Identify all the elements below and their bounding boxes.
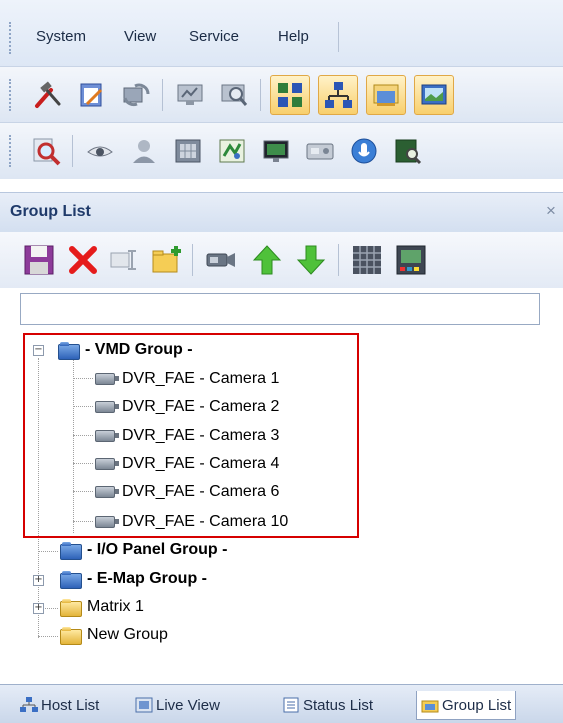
menu-separator	[338, 22, 339, 52]
folder-icon	[60, 599, 82, 617]
film-grid-icon[interactable]	[168, 131, 208, 171]
tab-group-list[interactable]: Group List	[416, 691, 517, 720]
close-icon[interactable]: ×	[546, 201, 556, 221]
tab-label: Host List	[41, 696, 100, 714]
tab-label: Group List	[442, 696, 512, 714]
network-tree-icon[interactable]	[318, 75, 358, 115]
menu-system[interactable]: System	[36, 28, 86, 45]
tree-node-new-group[interactable]: New Group	[87, 626, 168, 644]
move-down-icon[interactable]	[290, 240, 332, 280]
expand-toggle[interactable]: +	[33, 603, 44, 614]
folder-icon	[60, 542, 82, 560]
display-icon[interactable]	[256, 131, 296, 171]
group-list-toolbar	[0, 232, 563, 288]
app-window: System View Service Help Group List × − …	[0, 0, 563, 723]
status-list-icon	[283, 697, 299, 713]
delete-icon[interactable]	[62, 240, 104, 280]
search-monitor-icon[interactable]	[214, 75, 254, 115]
rename-icon[interactable]	[104, 240, 146, 280]
toolbar-separator	[72, 135, 73, 167]
matrix-icon[interactable]	[390, 240, 432, 280]
tree-node-io-group[interactable]: - I/O Panel Group -	[87, 541, 227, 559]
person-icon[interactable]	[124, 131, 164, 171]
network-grid-icon[interactable]	[270, 75, 310, 115]
tools-icon[interactable]	[28, 75, 68, 115]
menu-help[interactable]: Help	[278, 28, 309, 45]
tab-label: Status List	[303, 696, 374, 714]
tree-line	[38, 551, 58, 552]
live-view-icon	[135, 697, 153, 713]
group-list-icon	[421, 700, 439, 713]
camera-icon[interactable]	[200, 240, 242, 280]
toolbar-separator	[260, 79, 261, 111]
view-toolbar	[0, 122, 563, 179]
magnifier-icon[interactable]	[26, 131, 66, 171]
menu-service[interactable]: Service	[189, 28, 239, 45]
expand-toggle[interactable]: +	[33, 575, 44, 586]
microphone-icon[interactable]	[344, 131, 384, 171]
tree-line	[38, 636, 58, 637]
folder-window-icon[interactable]	[366, 75, 406, 115]
map-icon[interactable]	[212, 131, 252, 171]
move-up-icon[interactable]	[246, 240, 288, 280]
main-toolbar	[0, 66, 563, 123]
tab-label: Live View	[156, 696, 220, 714]
menu-view[interactable]: View	[124, 28, 156, 45]
grid-icon[interactable]	[346, 240, 388, 280]
tree-node-emap-group[interactable]: - E-Map Group -	[87, 570, 207, 588]
group-list-panel-header: Group List ×	[0, 192, 563, 234]
highlight-box	[23, 333, 359, 538]
toolbar-separator	[338, 244, 339, 276]
tab-host-list[interactable]: Host List	[20, 691, 99, 719]
tab-live-view[interactable]: Live View	[135, 691, 220, 719]
monitor-icon[interactable]	[170, 75, 210, 115]
tree-node-matrix[interactable]: Matrix 1	[87, 598, 144, 616]
io-box-icon[interactable]	[300, 131, 340, 171]
folder-icon	[60, 627, 82, 645]
save-icon[interactable]	[18, 240, 60, 280]
menubar-grip[interactable]	[9, 22, 15, 54]
bottom-tab-bar: Host List Live View Status List Group Li…	[0, 684, 563, 723]
map-search-icon[interactable]	[388, 131, 428, 171]
toolbar-separator	[162, 79, 163, 111]
menu-bar: System View Service Help	[0, 0, 563, 66]
group-filter-input[interactable]	[20, 293, 540, 325]
screen-icon[interactable]	[414, 75, 454, 115]
host-list-icon	[20, 697, 38, 712]
toolbar-separator	[192, 244, 193, 276]
eye-icon[interactable]	[80, 131, 120, 171]
notepad-icon[interactable]	[72, 75, 112, 115]
tab-status-list[interactable]: Status List	[282, 691, 373, 719]
toolbar-grip[interactable]	[9, 79, 15, 111]
panel-title: Group List	[10, 203, 91, 220]
sync-icon[interactable]	[116, 75, 156, 115]
folder-icon	[60, 571, 82, 589]
new-folder-icon[interactable]	[146, 240, 188, 280]
toolbar-grip[interactable]	[9, 135, 15, 167]
